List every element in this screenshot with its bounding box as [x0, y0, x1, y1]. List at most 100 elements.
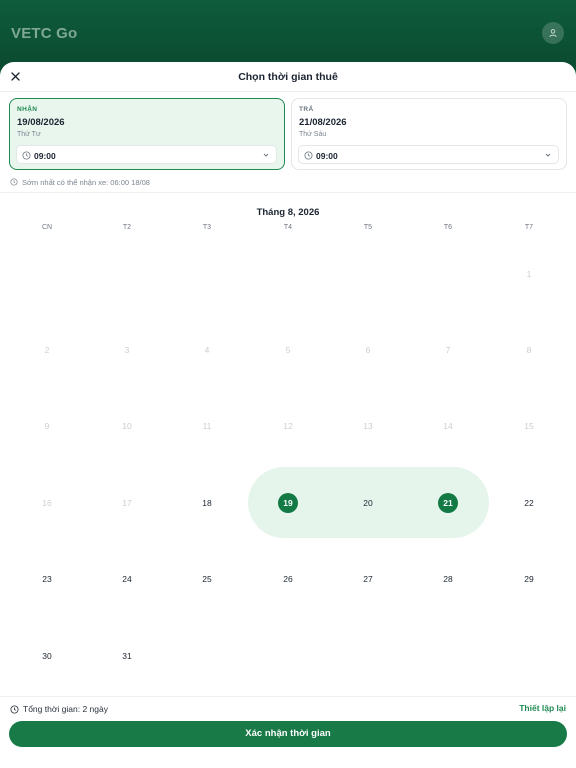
chevron-down-icon [263, 153, 269, 157]
pickup-weekday: Thứ Tư [17, 131, 41, 138]
pickup-time-value: 09:00 [34, 150, 56, 161]
earliest-pickup-hint: Sớm nhất có thể nhận xe: 06:00 18/08 [10, 176, 150, 188]
pickup-card[interactable]: NHẬN 19/08/2026 Thứ Tư 09:00 [9, 98, 285, 170]
calendar-day-number: 17 [122, 498, 132, 508]
calendar-day[interactable]: 31 [107, 646, 147, 666]
calendar-day-number: 18 [202, 498, 212, 508]
calendar-day-number: 26 [283, 574, 293, 584]
calendar-day-number: 31 [122, 651, 132, 661]
calendar-day-disabled: 4 [187, 340, 227, 360]
calendar-day-disabled: 17 [107, 493, 147, 513]
calendar-day-number: 20 [363, 498, 373, 508]
sheet-header: Chọn thời gian thuê [0, 62, 576, 92]
calendar-day-selected[interactable]: 19 [268, 493, 308, 513]
calendar-day-number: 1 [526, 269, 532, 279]
calendar-day-number: 29 [524, 574, 534, 584]
calendar-month-title: Tháng 8, 2026 [256, 207, 320, 218]
clock-icon [304, 150, 313, 160]
calendar-day-number: 7 [445, 345, 451, 355]
calendar-day[interactable]: 24 [107, 569, 147, 589]
calendar-day-number: 3 [124, 345, 130, 355]
weekday-label: T4 [283, 224, 293, 231]
user-icon [549, 29, 557, 38]
calendar-day-disabled: 10 [107, 416, 147, 436]
sheet-title: Chọn thời gian thuê [238, 71, 338, 83]
calendar-day[interactable]: 27 [348, 569, 388, 589]
total-duration: Tổng thời gian: 2 ngày [10, 703, 108, 715]
return-card[interactable]: TRẢ 21/08/2026 Thứ Sáu 09:00 [291, 98, 567, 170]
calendar-day-number: 25 [202, 574, 212, 584]
calendar-day-number: 15 [524, 421, 534, 431]
calendar-day[interactable]: 25 [187, 569, 227, 589]
calendar-day[interactable]: 18 [187, 493, 227, 513]
calendar-day-disabled: 12 [268, 416, 308, 436]
calendar-day-number: 14 [443, 421, 453, 431]
calendar-day-number: 16 [42, 498, 52, 508]
calendar-day-number: 2 [44, 345, 50, 355]
profile-button[interactable] [542, 22, 564, 44]
time-picker-sheet: Chọn thời gian thuê NHẬN 19/08/2026 Thứ … [0, 62, 576, 768]
calendar-day[interactable]: 29 [509, 569, 549, 589]
calendar-day-disabled: 13 [348, 416, 388, 436]
weekday-label: CN [41, 224, 53, 231]
calendar-day-disabled: 16 [27, 493, 67, 513]
confirm-button[interactable]: Xác nhận thời gian [9, 721, 567, 747]
calendar-day-number: 6 [365, 345, 371, 355]
clock-icon [10, 178, 18, 186]
calendar-day-disabled: 7 [428, 340, 468, 360]
return-date: 21/08/2026 [299, 117, 347, 128]
calendar-day[interactable]: 23 [27, 569, 67, 589]
divider [0, 192, 576, 193]
return-time-value: 09:00 [316, 150, 338, 161]
weekday-label: T2 [122, 224, 132, 231]
calendar-day[interactable]: 28 [428, 569, 468, 589]
calendar-day-disabled: 5 [268, 340, 308, 360]
calendar-day-number: 10 [122, 421, 132, 431]
calendar-day-disabled: 15 [509, 416, 549, 436]
calendar-day[interactable]: 26 [268, 569, 308, 589]
calendar-day-number: 13 [363, 421, 373, 431]
calendar-day-disabled: 11 [187, 416, 227, 436]
hint-text: Sớm nhất có thể nhận xe: 06:00 18/08 [22, 177, 150, 187]
calendar-day-number: 9 [44, 421, 50, 431]
calendar-day-number: 12 [283, 421, 293, 431]
return-label: TRẢ [299, 106, 314, 113]
calendar-day-disabled: 9 [27, 416, 67, 436]
calendar-day-number: 24 [122, 574, 132, 584]
calendar-day-disabled: 8 [509, 340, 549, 360]
calendar-day-number: 27 [363, 574, 373, 584]
calendar-day[interactable]: 22 [509, 493, 549, 513]
chevron-down-icon [545, 153, 551, 157]
calendar-day-disabled: 1 [509, 264, 549, 284]
weekday-label: T7 [524, 224, 534, 231]
calendar-day-number: 4 [204, 345, 210, 355]
pickup-label: NHẬN [17, 106, 38, 113]
return-time-select[interactable]: 09:00 [298, 145, 559, 164]
clock-icon [22, 150, 31, 160]
calendar-day-number: 23 [42, 574, 52, 584]
calendar-day-number: 5 [285, 345, 291, 355]
weekday-label: T5 [363, 224, 373, 231]
calendar-day-disabled: 3 [107, 340, 147, 360]
calendar-day-number: 21 [443, 498, 453, 508]
pickup-time-select[interactable]: 09:00 [16, 145, 277, 164]
calendar-day-number: 22 [524, 498, 534, 508]
weekday-label: T6 [443, 224, 453, 231]
brand-logo: VETC Go [11, 25, 78, 42]
calendar-day-disabled: 14 [428, 416, 468, 436]
total-duration-text: Tổng thời gian: 2 ngày [23, 704, 108, 714]
app-header: VETC Go [0, 0, 576, 70]
calendar-day[interactable]: 20 [348, 493, 388, 513]
clock-icon [10, 704, 19, 714]
calendar-day-number: 19 [283, 498, 293, 508]
calendar-day[interactable]: 30 [27, 646, 67, 666]
calendar-day-disabled: 2 [27, 340, 67, 360]
calendar-day-number: 8 [526, 345, 532, 355]
calendar-day-disabled: 6 [348, 340, 388, 360]
calendar-day-number: 28 [443, 574, 453, 584]
calendar-day-selected[interactable]: 21 [428, 493, 468, 513]
reset-button[interactable]: Thiết lập lại [519, 703, 566, 713]
weekday-label: T3 [202, 224, 212, 231]
calendar-day-number: 11 [202, 421, 212, 431]
divider [0, 696, 576, 697]
